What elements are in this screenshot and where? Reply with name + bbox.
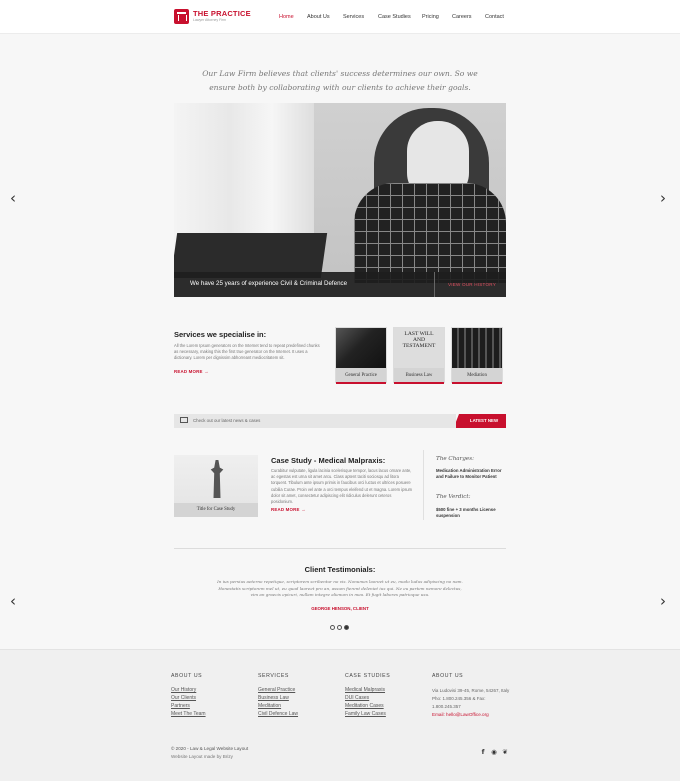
nav-pricing[interactable]: Pricing [422,14,439,20]
services-description: All the Lorem Ipsum generators on the In… [174,343,320,361]
nav-careers[interactable]: Careers [452,14,472,20]
gavel-image [336,328,386,368]
latest-news-label[interactable]: LATEST NEW [456,418,512,423]
brand-tagline: Lawyer Attorney Firm [193,18,227,22]
services-title: Services we specialise in: [174,330,267,339]
twitter-icon[interactable]: ❦ [501,748,509,756]
chevron-right-icon[interactable]: › [660,594,666,609]
footer-link[interactable]: Our History [171,687,196,693]
footer-link[interactable]: General Practice [258,687,295,693]
nav-services[interactable]: Services [343,14,364,20]
footer [0,649,680,781]
footer-link[interactable]: Meet The Team [171,711,206,717]
footer-link[interactable]: Meditation Cases [345,703,384,709]
tile-accent [394,382,444,384]
case-study-description: Curabitur vulputate, ligula lacinia scel… [271,468,413,505]
service-tile-label: Business Law [394,368,444,383]
footer-link[interactable]: Partners [171,703,190,709]
carousel-dot-1[interactable] [330,625,335,630]
testament-image: LAST WILL AND TESTAMENT [394,328,444,368]
verdict-text: $500 fine + 3 months License suspension [436,507,496,519]
hero-shirt-pattern [354,183,506,283]
carousel-dot-2[interactable] [337,625,342,630]
bookshelf-image [452,328,502,368]
footer-email[interactable]: Email: hello@LawOffice.org [432,712,489,717]
footer-link[interactable]: Family Law Cases [345,711,386,717]
footer-address: Via Ludovisi 39-45, Rome, 54267, Italy P… [432,688,510,709]
brand-name[interactable]: THE PRACTICE [193,9,251,18]
footer-heading-about-contact: ABOUT US [432,673,464,679]
footer-link[interactable]: Meditation [258,703,281,709]
chevron-right-icon[interactable]: › [660,191,666,206]
footer-heading-case-studies: CASE STUDIES [345,673,391,679]
service-tile-label: General Practice [336,368,386,383]
copyright: © 2020 - Law & Legal Website Layout [171,746,249,751]
nav-about-us[interactable]: About Us [307,14,330,20]
chevron-left-icon[interactable]: ‹ [10,191,16,206]
footer-link[interactable]: Medical Malpraxis [345,687,385,693]
verdict-heading: The Verdict: [436,494,471,500]
charges-heading: The Charges: [436,456,474,462]
arrow-right-icon: → [204,369,209,374]
hero-caption: We have 25 years of experience Civil & C… [190,280,348,287]
logo-icon[interactable] [174,9,189,24]
footer-heading-services: SERVICES [258,673,289,679]
hero-divider [434,272,435,297]
service-tile-business-law[interactable]: LAST WILL AND TESTAMENT Business Law [393,327,445,384]
nav-case-studies[interactable]: Case Studies [378,14,411,20]
service-tile-label: Mediation [452,368,502,383]
footer-link[interactable]: Civil Defence Law [258,711,298,717]
view-history-link[interactable]: VIEW OUR HISTORY [448,282,496,287]
hero-slider [174,103,506,297]
header [0,0,680,34]
section-divider [174,548,506,549]
nav-home[interactable]: Home [279,14,294,20]
case-divider [423,450,424,520]
testimonial-author: GEORGE HENSON, CLIENT [311,606,369,611]
charges-text: Medication Administration Error and Fail… [436,468,502,480]
testimonials-title: Client Testimonials: [304,565,376,574]
tile-accent [452,382,502,384]
case-study-image-caption: Title for Case Study [174,503,258,517]
facebook-icon[interactable]: f [479,748,487,756]
testimonial-text: In ius persius aeterno repetique, script… [217,579,463,597]
news-text: Check out our latest news & cases [193,418,261,423]
services-read-more-link[interactable]: READ MORE → [174,369,209,374]
made-by[interactable]: Website Layout made by Brizy [171,754,233,759]
pinterest-icon[interactable]: ◉ [490,748,498,756]
case-study-title: Case Study - Medical Malpraxis: [271,456,386,465]
service-tile-mediation[interactable]: Mediation [451,327,503,384]
tile-accent [336,382,386,384]
service-tile-general-practice[interactable]: General Practice [335,327,387,384]
arrow-right-icon: → [301,507,306,512]
footer-link[interactable]: Business Law [258,695,289,701]
footer-link[interactable]: Our Clients [171,695,196,701]
intro-quote: Our Law Firm believes that clients' succ… [202,69,478,92]
nav-contact[interactable]: Contact [485,14,504,20]
footer-link[interactable]: DUI Cases [345,695,369,701]
footer-heading-about: ABOUT US [171,673,203,679]
message-icon [180,417,188,423]
case-study-read-more-link[interactable]: READ MORE → [271,507,306,512]
chevron-left-icon[interactable]: ‹ [10,594,16,609]
carousel-dot-3[interactable] [344,625,349,630]
